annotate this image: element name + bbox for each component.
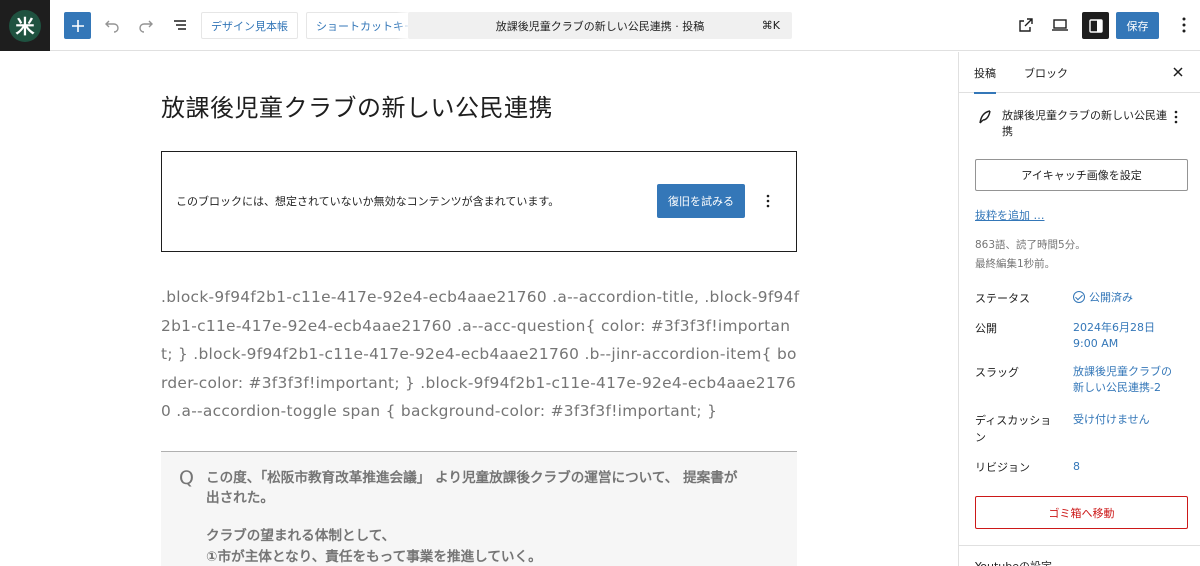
publish-date-value[interactable]: 2024年6月28日 9:00 AM [1073,320,1155,352]
discussion-label-line-1: ディスカッショ [975,414,1052,427]
sidebar-toggle-icon [1088,18,1103,33]
discussion-label: ディスカッショ ン [975,412,1051,446]
kebab-icon [766,194,770,208]
view-post-button[interactable] [1014,13,1038,37]
undo-icon [105,20,119,33]
status-label: ステータス [975,292,1030,305]
block-options-button[interactable] [757,189,779,213]
answer-line-1: クラブの望まれる体制として、 [206,528,396,544]
post-summary-title: 放課後児童クラブの新しい公民連携 [1002,109,1167,138]
discussion-value[interactable]: 受け付けません [1073,412,1150,428]
command-center-shortcut: ⌘K [761,19,780,32]
move-to-trash-button[interactable]: ゴミ箱へ移動 [975,496,1188,529]
publish-time: 9:00 AM [1073,337,1119,350]
slug-line-1: 放課後児童クラブの [1073,365,1172,378]
answer-line-2: ①市が主体となり、責任をもって事業を推進していく。 [206,549,542,565]
list-view-button[interactable] [168,13,192,37]
kebab-icon [1182,17,1186,33]
close-sidebar-button[interactable] [1167,61,1189,83]
kebab-icon [1174,110,1178,124]
post-title[interactable]: 放課後児童クラブの新しい公民連携 [161,88,553,123]
tab-post[interactable]: 投稿 [974,52,996,94]
published-check-icon [1073,291,1085,303]
set-featured-image-button[interactable]: アイキャッチ画像を設定 [975,159,1188,191]
external-link-icon [1019,18,1033,32]
invalid-block-warning[interactable]: このブロックには、想定されていないか無効なコンテンツが含まれています。 復旧を試… [161,151,797,252]
slug-line-2: 新しい公民連携-2 [1073,381,1161,394]
revisions-value[interactable]: 8 [1073,459,1080,475]
word-count: 863語、読了時間5分。 [975,239,1086,251]
redo-button[interactable] [134,13,158,37]
options-menu-button[interactable] [1172,13,1196,37]
save-button[interactable]: 保存 [1116,12,1159,39]
redo-icon [139,20,153,33]
add-excerpt-link[interactable]: 抜粋を追加 … [975,207,1045,223]
command-center-title: 放課後児童クラブの新しい公民連携 · 投稿 [495,19,705,33]
site-icon: 米 [9,9,41,42]
panel-divider [959,545,1200,546]
tab-post-label: 投稿 [974,66,996,80]
add-block-button[interactable] [64,12,91,39]
status-value[interactable]: 公開済み [1073,290,1133,306]
tab-block-label: ブロック [1024,66,1068,80]
desktop-preview-icon [1052,19,1068,31]
status-value-text: 公開済み [1089,291,1133,304]
settings-toggle-button[interactable] [1082,12,1109,39]
invalid-block-message: このブロックには、想定されていないか無効なコンテンツが含まれています。 [176,195,560,208]
attempt-recovery-button[interactable]: 復旧を試みる [657,184,745,218]
post-stats: 863語、読了時間5分。 最終編集1秒前。 [975,236,1086,274]
command-center[interactable]: 放課後児童クラブの新しい公民連携 · 投稿 ⌘K [408,12,792,39]
editor-header: 米 デザイン見本帳 ショートカットキー 放課後児童クラブの新しい公民連携 · 投… [0,0,1200,51]
close-icon [1173,67,1183,77]
publish-label: 公開 [975,322,997,335]
settings-sidebar: 投稿 ブロック 放課後児童クラブの新しい公民連携 アイキャッチ画像を設定 抜粋を… [958,52,1200,566]
post-feather-icon [979,110,991,124]
post-actions-button[interactable] [1167,108,1185,126]
discussion-label-line-2: ン [975,431,986,444]
design-library-button[interactable]: デザイン見本帳 [201,12,298,39]
slug-value[interactable]: 放課後児童クラブの 新しい公民連携-2 [1073,364,1172,396]
tab-block[interactable]: ブロック [1024,52,1068,93]
accordion-item[interactable]: Q この度、「松阪市教育改革推進会議」 より児童放課後クラブの運営について、 提… [161,452,797,566]
accordion-answer: クラブの望まれる体制として、 ①市が主体となり、責任をもって事業を推進していく。 [206,526,766,566]
youtube-settings-heading[interactable]: Youtubeの設定 [975,558,1052,566]
sidebar-tabs: 投稿 ブロック [959,52,1200,94]
slug-label: スラッグ [975,366,1019,379]
editor-canvas: 放課後児童クラブの新しい公民連携 このブロックには、想定されていないか無効なコン… [0,52,958,566]
site-logo-button[interactable]: 米 [0,0,50,51]
last-edited: 最終編集1秒前。 [975,258,1056,270]
publish-date: 2024年6月28日 [1073,321,1155,334]
raw-css-paragraph[interactable]: .block-9f94f2b1-c11e-417e-92e4-ecb4aae21… [161,283,801,426]
undo-button[interactable] [100,13,124,37]
revisions-label: リビジョン [975,461,1030,474]
accordion-question: この度、「松阪市教育改革推進会議」 より児童放課後クラブの運営について、 提案書… [206,470,738,506]
list-view-icon [174,20,186,30]
question-mark-label: Q [179,467,194,489]
preview-button[interactable] [1048,13,1072,37]
plus-icon [71,19,84,32]
